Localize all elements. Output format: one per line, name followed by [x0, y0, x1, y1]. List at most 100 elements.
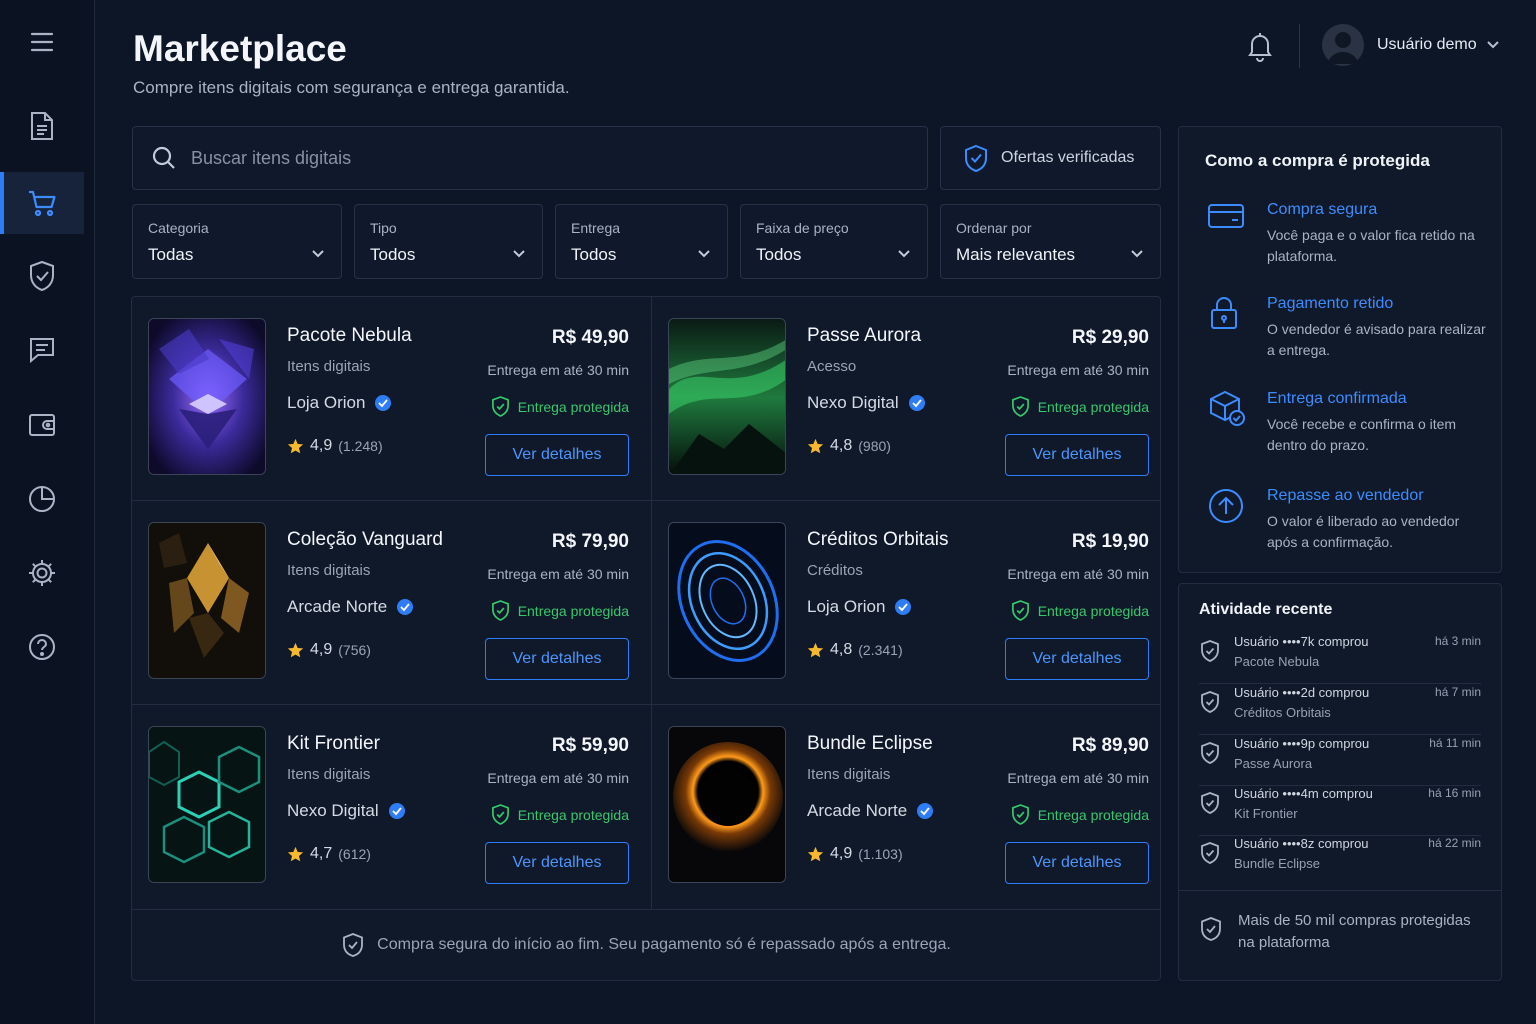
product-image[interactable] — [148, 318, 266, 475]
wallet-icon — [29, 414, 55, 436]
sidebar-item-help[interactable] — [0, 616, 84, 678]
product-type: Acesso — [807, 358, 857, 375]
product-rating: 4,8 (2.341) — [807, 641, 903, 659]
product-seller[interactable]: Arcade Norte — [807, 801, 934, 821]
product-image[interactable] — [148, 726, 266, 883]
step-description: Você paga e o valor fica retido na plata… — [1267, 227, 1475, 264]
product-seller[interactable]: Arcade Norte — [287, 597, 414, 617]
user-menu-toggle[interactable] — [1486, 38, 1500, 52]
product-seller[interactable]: Nexo Digital — [807, 393, 926, 413]
sidebar-item-messages[interactable] — [0, 319, 84, 381]
product-rating: 4,9 (756) — [287, 641, 371, 659]
avatar[interactable] — [1322, 24, 1364, 66]
filter-delivery[interactable]: Entrega Todos — [555, 204, 728, 279]
product-image[interactable] — [668, 318, 786, 475]
review-count: (756) — [338, 642, 371, 658]
shield-check-icon — [343, 932, 364, 957]
verified-badge-icon — [397, 599, 414, 615]
review-count: (2.341) — [858, 642, 903, 658]
header-divider — [1299, 24, 1300, 68]
delivery-time: Entrega em até 30 min — [1007, 566, 1149, 582]
view-details-button[interactable]: Ver detalhes — [485, 842, 629, 884]
product-card[interactable]: Passe Aurora Acesso Nexo Digital 4,8 (98… — [652, 297, 1171, 501]
product-grid: Pacote Nebula Itens digitais Loja Orion … — [131, 296, 1161, 981]
shield-check-icon — [1201, 742, 1219, 764]
menu-icon — [30, 32, 54, 52]
product-card[interactable]: Kit Frontier Itens digitais Nexo Digital… — [132, 705, 651, 909]
product-price: R$ 19,90 — [1071, 531, 1149, 552]
sidebar-item-documents[interactable] — [0, 95, 84, 157]
rating-value: 4,8 — [830, 437, 853, 454]
product-seller[interactable]: Nexo Digital — [287, 801, 406, 821]
user-name[interactable]: Usuário demo — [1377, 36, 1477, 54]
view-details-button[interactable]: Ver detalhes — [485, 638, 629, 680]
activity-item: Usuário ••••8z comprou Bundle Eclipse há… — [1199, 836, 1481, 886]
activity-product: Pacote Nebula — [1234, 654, 1320, 669]
activity-text: Usuário ••••7k comprou — [1234, 634, 1369, 649]
product-type: Itens digitais — [287, 562, 371, 579]
sidebar-item-marketplace[interactable] — [0, 172, 84, 234]
shield-check-icon — [1201, 640, 1219, 662]
verified-offers-label: Ofertas verificadas — [1001, 149, 1135, 166]
seller-name: Nexo Digital — [807, 393, 899, 412]
verified-offers-button[interactable]: Ofertas verificadas — [940, 126, 1161, 190]
chevron-down-icon — [513, 250, 525, 258]
seller-name: Arcade Norte — [287, 597, 388, 616]
product-type: Itens digitais — [807, 766, 891, 783]
menu-button[interactable] — [0, 11, 84, 73]
sidebar-item-wallet[interactable] — [0, 394, 84, 456]
sidebar-item-security[interactable] — [0, 245, 84, 307]
activity-item: Usuário ••••7k comprou Pacote Nebula há … — [1199, 634, 1481, 684]
search-input[interactable] — [191, 147, 927, 169]
product-card[interactable]: Coleção Vanguard Itens digitais Arcade N… — [132, 501, 651, 705]
activity-time: há 11 min — [1429, 736, 1481, 750]
rating-value: 4,9 — [310, 641, 333, 658]
recent-activity-panel: Atividade recente Usuário ••••7k comprou… — [1178, 583, 1502, 981]
product-image[interactable] — [668, 726, 786, 883]
chevron-down-icon — [698, 250, 710, 258]
notifications-button[interactable] — [1244, 30, 1276, 62]
filter-label: Ordenar por — [956, 220, 1032, 236]
product-image[interactable] — [668, 522, 786, 679]
product-seller[interactable]: Loja Orion — [807, 597, 912, 617]
protection-label: Entrega protegida — [1037, 398, 1149, 415]
view-details-button[interactable]: Ver detalhes — [1005, 842, 1149, 884]
view-details-button[interactable]: Ver detalhes — [1005, 638, 1149, 680]
protection-label: Entrega protegida — [1037, 806, 1149, 823]
filter-category[interactable]: Categoria Todas — [132, 204, 342, 279]
filter-label: Entrega — [571, 220, 621, 236]
product-image[interactable] — [148, 522, 266, 679]
filter-sort[interactable]: Ordenar por Mais relevantes — [940, 204, 1161, 279]
sidebar-item-settings[interactable] — [0, 542, 84, 604]
activity-item: Usuário ••••2d comprou Créditos Orbitais… — [1199, 685, 1481, 735]
product-seller[interactable]: Loja Orion — [287, 393, 392, 413]
product-rating: 4,8 (980) — [807, 437, 891, 455]
protection-status: Entrega protegida — [1011, 804, 1149, 825]
page-title: Marketplace — [133, 28, 347, 69]
view-details-button[interactable]: Ver detalhes — [485, 434, 629, 476]
step-title: Entrega confirmada — [1267, 390, 1407, 407]
bell-icon — [1248, 33, 1272, 62]
cart-icon — [29, 190, 56, 217]
activity-text: Usuário ••••8z comprou — [1234, 836, 1369, 851]
review-count: (1.103) — [858, 846, 903, 862]
product-name: Créditos Orbitais — [807, 529, 949, 550]
shield-check-icon — [491, 804, 509, 825]
star-icon — [287, 438, 304, 453]
product-rating: 4,9 (1.103) — [807, 845, 903, 863]
filter-type[interactable]: Tipo Todos — [354, 204, 543, 279]
protection-panel: Como a compra é protegida Compra segura … — [1178, 126, 1502, 573]
star-icon — [807, 846, 824, 861]
aurora-artwork — [669, 319, 785, 474]
product-type: Créditos — [807, 562, 863, 579]
sidebar-item-reports[interactable] — [0, 468, 84, 530]
product-card[interactable]: Créditos Orbitais Créditos Loja Orion 4,… — [652, 501, 1171, 705]
view-details-button[interactable]: Ver detalhes — [1005, 434, 1149, 476]
product-card[interactable]: Bundle Eclipse Itens digitais Arcade Nor… — [652, 705, 1171, 909]
delivery-time: Entrega em até 30 min — [1007, 362, 1149, 378]
filter-price-range[interactable]: Faixa de preço Todos — [740, 204, 928, 279]
product-card[interactable]: Pacote Nebula Itens digitais Loja Orion … — [132, 297, 651, 501]
gear-icon — [29, 560, 55, 586]
review-count: (1.248) — [338, 438, 383, 454]
activity-text: Usuário ••••9p comprou — [1234, 736, 1370, 751]
